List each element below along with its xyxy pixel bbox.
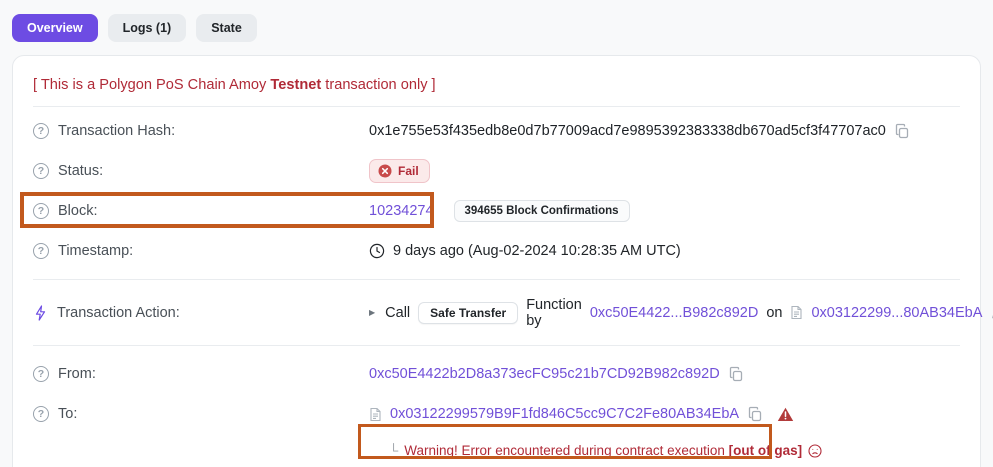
divider bbox=[33, 345, 960, 346]
tab-bar: Overview Logs (1) State bbox=[0, 0, 993, 42]
testnet-banner: [ This is a Polygon PoS Chain Amoy Testn… bbox=[33, 56, 960, 107]
transaction-action-label-group: Transaction Action: bbox=[33, 305, 369, 321]
tab-overview[interactable]: Overview bbox=[12, 14, 98, 42]
transaction-action-label: Transaction Action: bbox=[57, 305, 180, 321]
execution-warning-text: Warning! Error encountered during contra… bbox=[404, 443, 802, 458]
help-icon[interactable]: ? bbox=[33, 243, 49, 259]
block-label: Block: bbox=[58, 203, 98, 219]
copy-from-address-button[interactable] bbox=[728, 366, 744, 382]
clock-icon bbox=[369, 243, 385, 259]
row-from: ? From: 0xc50E4422b2D8a373ecFC95c21b7CD9… bbox=[33, 354, 960, 394]
from-label-group: ? From: bbox=[33, 366, 369, 382]
to-label: To: bbox=[58, 406, 77, 422]
row-block: ? Block: 10234274 394655 Block Confirmat… bbox=[33, 191, 960, 231]
from-label: From: bbox=[58, 366, 96, 382]
status-badge: Fail bbox=[369, 159, 430, 183]
expand-triangle-icon[interactable]: ▶ bbox=[369, 308, 375, 317]
to-label-group: ? To: bbox=[33, 406, 369, 422]
corner-connector-icon: └ bbox=[389, 443, 398, 458]
transaction-hash-value: 0x1e755e53f435edb8e0d7b77009acd7e9895392… bbox=[369, 123, 886, 139]
tab-state[interactable]: State bbox=[196, 14, 257, 42]
fail-circle-icon bbox=[378, 164, 392, 178]
banner-text-suffix: transaction only ] bbox=[321, 77, 435, 93]
on-text: on bbox=[766, 305, 782, 321]
row-status: ? Status: Fail bbox=[33, 151, 960, 191]
contract-file-icon bbox=[369, 407, 382, 422]
help-icon[interactable]: ? bbox=[33, 123, 49, 139]
transaction-hash-label-group: ? Transaction Hash: bbox=[33, 123, 369, 139]
warning-triangle-icon bbox=[777, 407, 794, 422]
copy-icon bbox=[747, 406, 763, 422]
copy-icon bbox=[894, 123, 910, 139]
status-label-group: ? Status: bbox=[33, 163, 369, 179]
row-transaction-hash: ? Transaction Hash: 0x1e755e53f435edb8e0… bbox=[33, 111, 960, 151]
block-number-link[interactable]: 10234274 bbox=[369, 203, 434, 219]
action-from-address-link[interactable]: 0xc50E4422...B982c892D bbox=[590, 305, 759, 321]
action-to-address-link[interactable]: 0x03122299...80AB34EbA bbox=[811, 305, 982, 321]
row-transaction-action: Transaction Action: ▶ Call Safe Transfer… bbox=[33, 280, 960, 345]
banner-text-bold: Testnet bbox=[270, 77, 321, 93]
status-label: Status: bbox=[58, 163, 103, 179]
help-icon[interactable]: ? bbox=[33, 366, 49, 382]
banner-text-prefix: [ This is a Polygon PoS Chain Amoy bbox=[33, 77, 270, 93]
tab-logs[interactable]: Logs (1) bbox=[108, 14, 187, 42]
copy-to-address-button[interactable] bbox=[747, 406, 763, 422]
action-call-text: Call bbox=[385, 305, 410, 321]
status-badge-text: Fail bbox=[398, 164, 419, 178]
help-icon[interactable]: ? bbox=[33, 163, 49, 179]
method-badge: Safe Transfer bbox=[418, 302, 518, 324]
transaction-overview-card: [ This is a Polygon PoS Chain Amoy Testn… bbox=[12, 55, 981, 467]
to-address-link[interactable]: 0x03122299579B9F1fd846C5cc9C7C2Fe80AB34E… bbox=[390, 406, 739, 422]
block-confirmations-badge: 394655 Block Confirmations bbox=[454, 200, 630, 222]
row-to: ? To: 0x03122299579B9F1fd846C5cc9C7C2Fe8… bbox=[33, 394, 960, 434]
warning-text-prefix: Warning! Error encountered during contra… bbox=[404, 443, 728, 458]
timestamp-label: Timestamp: bbox=[58, 243, 133, 259]
from-address-link[interactable]: 0xc50E4422b2D8a373ecFC95c21b7CD92B982c89… bbox=[369, 366, 720, 382]
copy-hash-button[interactable] bbox=[894, 123, 910, 139]
frown-face-icon bbox=[808, 444, 822, 458]
contract-file-icon bbox=[790, 305, 803, 320]
copy-icon bbox=[728, 366, 744, 382]
function-by-text: Function by bbox=[526, 297, 582, 329]
help-icon[interactable]: ? bbox=[33, 406, 49, 422]
warning-text-bold: [out of gas] bbox=[729, 443, 803, 458]
lightning-icon bbox=[33, 305, 48, 321]
execution-warning: └ Warning! Error encountered during cont… bbox=[389, 434, 960, 467]
help-icon[interactable]: ? bbox=[33, 203, 49, 219]
timestamp-label-group: ? Timestamp: bbox=[33, 243, 369, 259]
row-timestamp: ? Timestamp: 9 days ago (Aug-02-2024 10:… bbox=[33, 231, 960, 271]
transaction-hash-label: Transaction Hash: bbox=[58, 123, 175, 139]
block-label-group: ? Block: bbox=[33, 203, 369, 219]
timestamp-value: 9 days ago (Aug-02-2024 10:28:35 AM UTC) bbox=[393, 243, 681, 259]
